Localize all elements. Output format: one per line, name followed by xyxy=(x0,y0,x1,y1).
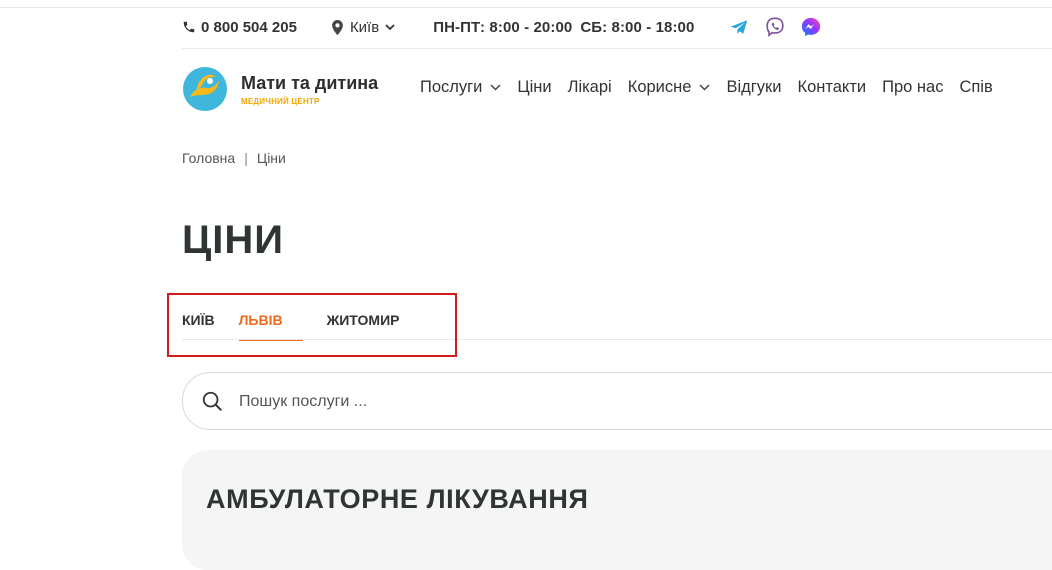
messenger-icon xyxy=(802,17,821,37)
viber-link[interactable] xyxy=(764,16,786,38)
nav-item-label: Корисне xyxy=(627,78,692,96)
nav-item-doctors[interactable]: Лікарі xyxy=(568,78,612,97)
breadcrumb-separator: | xyxy=(244,150,248,166)
search-icon xyxy=(202,391,222,411)
main-nav: Послуги Ціни Лікарі Корисне Відгуки Конт… xyxy=(420,78,1009,97)
nav-item-label: Спів xyxy=(959,78,993,96)
logo-mark-icon xyxy=(183,67,227,111)
logo-name: Мати та дитина xyxy=(241,72,379,93)
section-title: АМБУЛАТОРНЕ ЛІКУВАННЯ xyxy=(206,484,589,514)
nav-item-services[interactable]: Послуги xyxy=(420,78,501,97)
top-bar: 0 800 504 205 Київ ПН-ПТ: 8:00 - 20:00 СБ… xyxy=(182,16,836,38)
nav-item-reviews[interactable]: Відгуки xyxy=(726,78,781,97)
search-bar xyxy=(182,372,1052,430)
price-section-card: АМБУЛАТОРНЕ ЛІКУВАННЯ xyxy=(182,450,1052,570)
breadcrumb: Головна | Ціни xyxy=(182,150,286,166)
header-divider xyxy=(182,48,1052,49)
phone-icon xyxy=(183,21,195,33)
city-label: Київ xyxy=(349,18,380,36)
nav-item-prices[interactable]: Ціни xyxy=(517,78,551,97)
working-hours: ПН-ПТ: 8:00 - 20:00 СБ: 8:00 - 18:00 xyxy=(433,19,694,36)
map-pin-icon xyxy=(332,19,343,35)
telegram-icon xyxy=(731,20,748,34)
phone-number: 0 800 504 205 xyxy=(201,18,297,36)
chevron-down-icon xyxy=(385,23,395,30)
top-border xyxy=(0,7,1052,8)
nav-item-contacts[interactable]: Контакти xyxy=(797,78,866,97)
logo-text: Мати та дитина МЕДИЧНИЙ ЦЕНТР xyxy=(241,73,378,106)
chevron-down-icon xyxy=(490,84,501,91)
nav-item-label: Послуги xyxy=(420,78,483,96)
nav-item-label: Відгуки xyxy=(726,78,782,96)
search-input[interactable] xyxy=(237,389,941,415)
social-links xyxy=(728,16,836,38)
nav-item-cooperation[interactable]: Спів xyxy=(959,78,992,97)
telegram-link[interactable] xyxy=(728,16,750,38)
nav-item-about[interactable]: Про нас xyxy=(882,78,943,97)
nav-item-label: Ціни xyxy=(517,78,552,96)
page-title: ЦІНИ xyxy=(182,218,284,262)
nav-item-label: Лікарі xyxy=(567,78,612,96)
hours-weekdays: ПН-ПТ: 8:00 - 20:00 xyxy=(433,18,573,36)
nav-item-label: Про нас xyxy=(882,78,944,96)
chevron-down-icon xyxy=(699,84,710,91)
city-selector[interactable]: Київ xyxy=(331,19,395,36)
messenger-link[interactable] xyxy=(800,16,822,38)
breadcrumb-current: Ціни xyxy=(256,150,286,166)
logo-subtitle: МЕДИЧНИЙ ЦЕНТР xyxy=(241,96,320,106)
highlight-box xyxy=(167,293,457,357)
breadcrumb-home[interactable]: Головна xyxy=(182,150,235,166)
phone-link[interactable]: 0 800 504 205 xyxy=(182,19,297,36)
viber-icon xyxy=(766,17,785,38)
site-logo[interactable]: Мати та дитина МЕДИЧНИЙ ЦЕНТР xyxy=(182,66,378,112)
hours-saturday: СБ: 8:00 - 18:00 xyxy=(580,18,695,36)
nav-item-useful[interactable]: Корисне xyxy=(628,78,711,97)
nav-item-label: Контакти xyxy=(797,78,867,96)
